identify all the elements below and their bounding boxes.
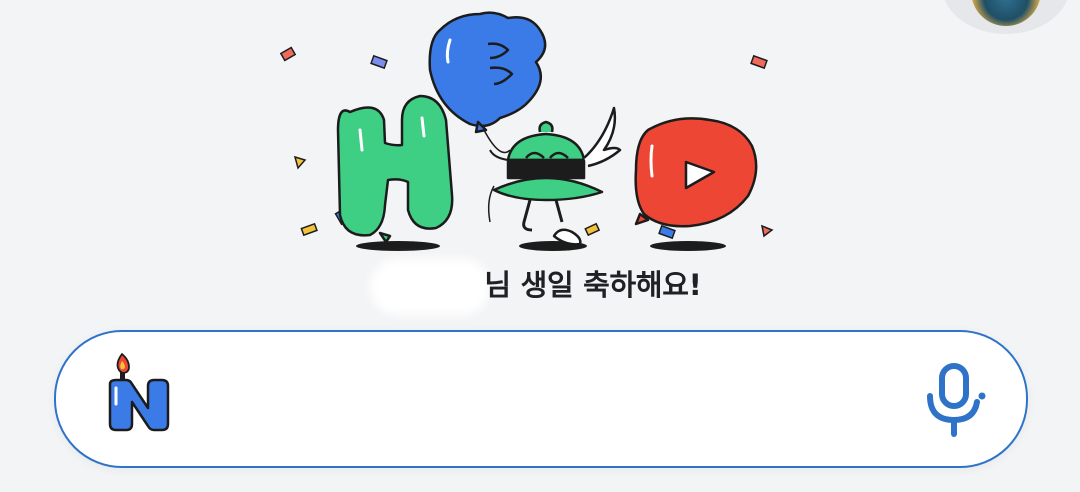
balloon-d xyxy=(634,117,758,228)
avatar-image xyxy=(971,0,1041,26)
naver-n-candle-icon[interactable] xyxy=(104,348,176,432)
microphone-icon[interactable] xyxy=(922,362,992,438)
search-home: 님 생일 축하해요! xyxy=(0,0,1080,492)
birthday-doodle[interactable] xyxy=(270,0,800,262)
greeting-text: 님 생일 축하해요! xyxy=(484,268,702,302)
profile-avatar[interactable] xyxy=(942,0,1070,34)
balloon-h xyxy=(336,94,454,244)
birthday-greeting: 님 생일 축하해요! xyxy=(0,262,1080,307)
ground-shadows xyxy=(356,241,726,251)
search-input[interactable] xyxy=(196,366,900,432)
search-bar[interactable] xyxy=(54,330,1028,468)
user-name-redacted xyxy=(378,267,483,307)
mascot xyxy=(487,106,622,246)
